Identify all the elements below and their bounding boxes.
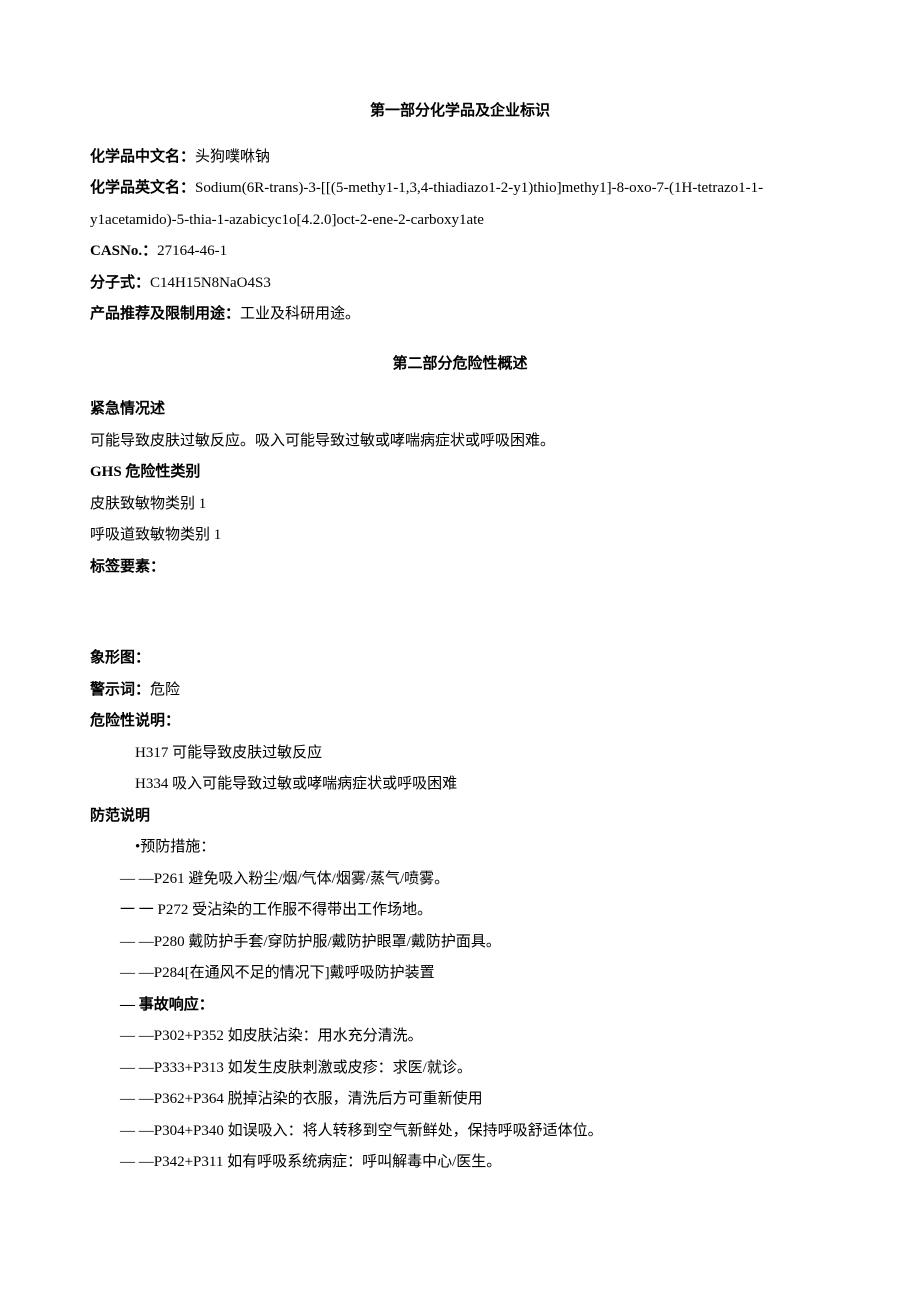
precaution-p261: — —P261 避免吸入粉尘/烟/气体/烟雾/蒸气/喷雾。 [90,864,830,896]
cas-number: CASNo.：27164-46-1 [90,236,830,268]
signal-word: 警示词：危险 [90,675,830,707]
precaution-p284: — —P284[在通风不足的情况下]戴呼吸防护装置 [90,958,830,990]
label-elements: 标签要素： [90,552,830,584]
hazard-statement-label: 危险性说明： [90,706,830,738]
precaution-p333: — —P333+P313 如发生皮肤刺激或皮疹：求医/就诊。 [90,1053,830,1085]
ghs-category-2: 呼吸道致敏物类别 1 [90,520,830,552]
emergency-label: 紧急情况述 [90,394,830,426]
hazard-h334: H334 吸入可能导致过敏或哮喘病症状或呼吸困难 [90,769,830,801]
recommended-use: 产品推荐及限制用途：工业及科研用途。 [90,299,830,331]
response-label: — 事故响应： [90,990,830,1022]
cas-value: 27164-46-1 [157,243,227,259]
en-name-label: 化学品英文名： [90,180,195,196]
signal-value: 危险 [150,682,180,698]
en-name-value1: Sodium(6R-trans)-3-[[(5-methy1-1,3,4-thi… [195,180,763,196]
signal-label: 警示词： [90,682,150,698]
ghs-label: GHS 危险性类别 [90,457,830,489]
precaution-p272: 一 一 P272 受沾染的工作服不得带出工作场地。 [90,895,830,927]
section2-title: 第二部分危险性概述 [90,349,830,381]
formula-value: C14H15N8NaO4S3 [150,275,271,291]
section1-title: 第一部分化学品及企业标识 [90,96,830,128]
ghs-category-1: 皮肤致敏物类别 1 [90,489,830,521]
precaution-p342: — —P342+P311 如有呼吸系统病症：呼叫解毒中心/医生。 [90,1147,830,1179]
cas-label: CASNo.： [90,243,157,259]
use-label: 产品推荐及限制用途： [90,306,240,322]
chemical-cn-name: 化学品中文名：头狗噗咻钠 [90,142,830,174]
pictogram-placeholder [90,583,830,643]
hazard-h317: H317 可能导致皮肤过敏反应 [90,738,830,770]
chemical-en-name-line2: y1acetamido)-5-thia-1-azabicyc1o[4.2.0]o… [90,205,830,237]
emergency-text: 可能导致皮肤过敏反应。吸入可能导致过敏或哮喘病症状或呼吸困难。 [90,426,830,458]
cn-name-label: 化学品中文名： [90,149,195,165]
precaution-p362: — —P362+P364 脱掉沾染的衣服，清洗后方可重新使用 [90,1084,830,1116]
prevention-label: •预防措施： [90,832,830,864]
chemical-en-name-line1: 化学品英文名：Sodium(6R-trans)-3-[[(5-methy1-1,… [90,173,830,205]
use-value: 工业及科研用途。 [240,306,360,322]
precaution-p302: — —P302+P352 如皮肤沾染：用水充分清洗。 [90,1021,830,1053]
precaution-label: 防范说明 [90,801,830,833]
molecular-formula: 分子式：C14H15N8NaO4S3 [90,268,830,300]
cn-name-value: 头狗噗咻钠 [195,149,270,165]
formula-label: 分子式： [90,275,150,291]
pictogram-label: 象形图： [90,643,830,675]
precaution-p280: — —P280 戴防护手套/穿防护服/戴防护眼罩/戴防护面具。 [90,927,830,959]
precaution-p304: — —P304+P340 如误吸入：将人转移到空气新鲜处，保持呼吸舒适体位。 [90,1116,830,1148]
